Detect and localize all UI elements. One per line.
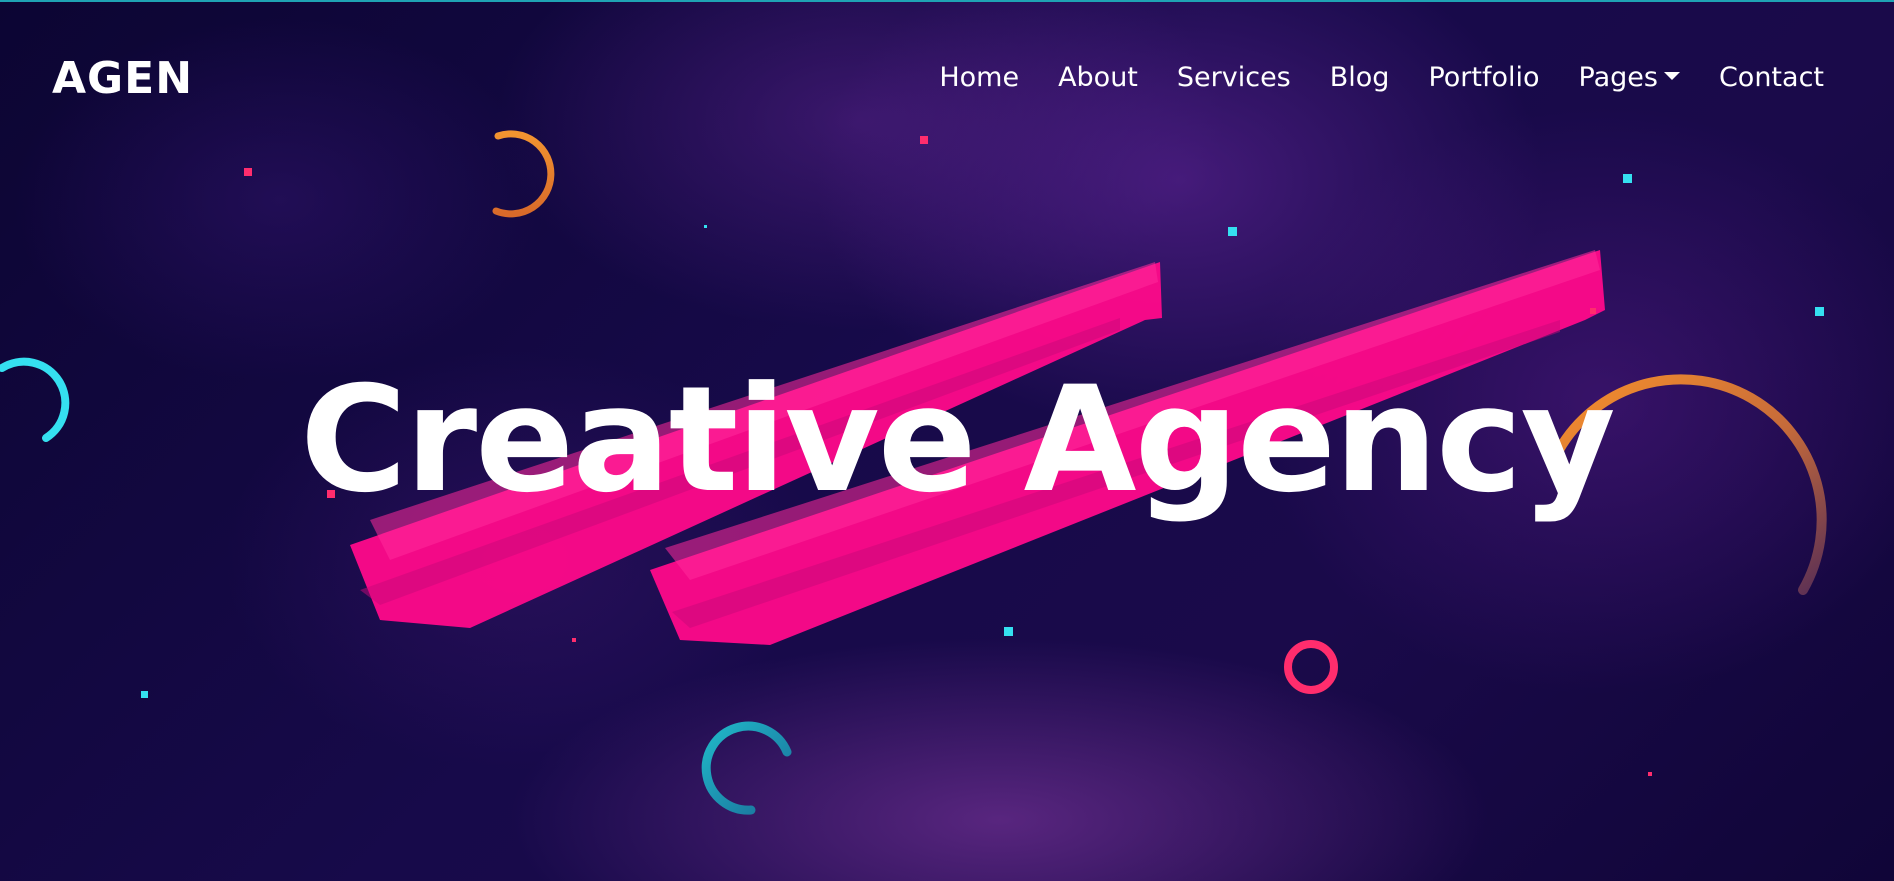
cyan-square-dot	[1228, 227, 1237, 236]
cyan-square-dot	[1815, 307, 1824, 316]
nav-item-pages-dropdown[interactable]: Pages	[1579, 58, 1680, 98]
nav-item-about[interactable]: About	[1058, 58, 1138, 98]
pink-square-dot	[1590, 308, 1596, 314]
cyan-arc-left	[0, 357, 70, 442]
hero-section: AGEN Home About Services Blog Portfolio …	[0, 0, 1894, 881]
pink-square-dot	[244, 168, 252, 176]
cyan-square-dot	[704, 225, 707, 228]
nav-item-contact[interactable]: Contact	[1719, 58, 1824, 98]
cyan-square-dot	[1623, 174, 1632, 183]
pink-square-dot	[920, 136, 928, 144]
cyan-square-dot	[1004, 627, 1013, 636]
pink-square-dot	[572, 638, 576, 642]
pink-square-dot	[1648, 772, 1652, 776]
brand-logo[interactable]: AGEN	[52, 52, 193, 106]
cyan-square-dot	[141, 691, 148, 698]
teal-arc-bottom	[701, 721, 792, 815]
caret-down-icon	[1663, 72, 1680, 80]
nav-item-pages-label: Pages	[1578, 62, 1658, 93]
orange-ring-small	[492, 130, 555, 218]
main-navigation: Home About Services Blog Portfolio Pages…	[939, 58, 1824, 98]
nav-item-services[interactable]: Services	[1177, 58, 1291, 98]
hero-headline: Creative Agency	[300, 355, 1616, 525]
nav-item-home[interactable]: Home	[939, 58, 1019, 98]
nav-item-blog[interactable]: Blog	[1330, 58, 1390, 98]
nav-item-portfolio[interactable]: Portfolio	[1428, 58, 1539, 98]
pink-ring	[1284, 640, 1338, 694]
